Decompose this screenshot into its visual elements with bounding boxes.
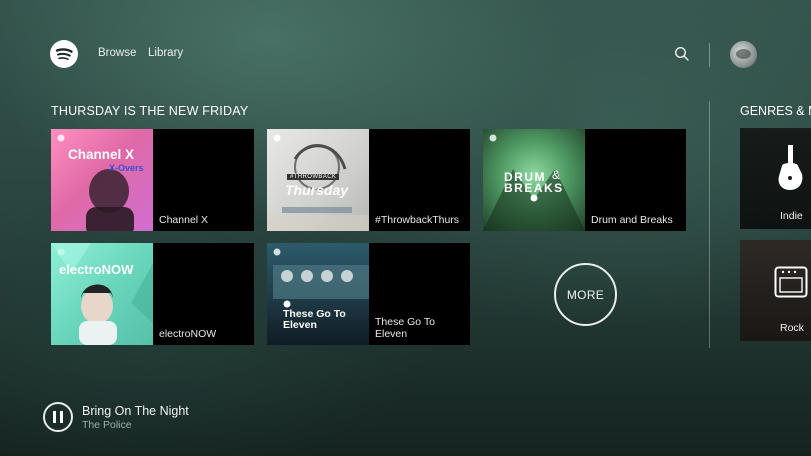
playlist-art: electroNOW xyxy=(51,243,153,345)
nav-browse[interactable]: Browse xyxy=(98,47,136,59)
pause-button[interactable] xyxy=(43,402,73,432)
playlist-label: electroNOW xyxy=(159,328,217,340)
art-small: #THROWBACK xyxy=(287,174,340,180)
more-button[interactable]: MORE xyxy=(554,263,617,326)
playlist-card-these-go-to-eleven[interactable]: These Go To Eleven These Go To Eleven xyxy=(267,243,470,345)
playlist-label: Drum and Breaks xyxy=(591,214,673,226)
pause-bar xyxy=(53,411,56,423)
art-amp: & xyxy=(552,168,561,182)
playlist-art: #THROWBACK Thursday xyxy=(267,129,369,231)
search-icon[interactable] xyxy=(674,46,690,62)
playlist-card-electronow[interactable]: electroNOW electroNOW xyxy=(51,243,254,345)
art-title: electroNOW xyxy=(59,262,134,277)
playlist-card-drum-and-breaks[interactable]: DRUM & BREAKS Drum and Breaks xyxy=(483,129,686,231)
guitar-icon xyxy=(778,145,803,190)
art-title: These Go To Eleven xyxy=(283,308,346,331)
genre-label: Indie xyxy=(780,210,803,222)
now-playing-track[interactable]: Bring On The Night xyxy=(82,404,189,418)
playlist-art: Channel X X-Overs xyxy=(51,129,153,231)
playlist-label: #ThrowbackThurs xyxy=(375,214,460,226)
genre-card-indie[interactable]: Indie xyxy=(740,128,811,229)
art-title-2: BREAKS xyxy=(504,181,564,195)
user-avatar[interactable] xyxy=(730,41,757,68)
pause-bar xyxy=(60,411,63,423)
playlist-label: These Go To Eleven xyxy=(375,316,435,340)
now-playing-artist[interactable]: The Police xyxy=(82,419,132,431)
playlist-label: Channel X xyxy=(159,214,209,226)
genre-label: Rock xyxy=(780,322,804,334)
art-title: Channel X xyxy=(68,147,135,162)
art-title: Thursday xyxy=(285,182,349,198)
art-subtitle: X-Overs xyxy=(109,163,144,173)
spotify-logo-icon[interactable] xyxy=(50,40,78,68)
genre-card-rock[interactable]: Rock xyxy=(740,240,811,341)
nav-library[interactable]: Library xyxy=(148,47,183,59)
genres-title: GENRES & M xyxy=(740,104,811,118)
playlist-card-channel-x[interactable]: Channel X X-Overs Channel X xyxy=(51,129,254,231)
playlist-art: DRUM & BREAKS xyxy=(483,129,585,231)
avatar-face xyxy=(736,49,751,59)
header-divider xyxy=(709,43,710,67)
section-divider xyxy=(709,101,710,348)
playlist-card-throwback-thursday[interactable]: #THROWBACK Thursday #ThrowbackThurs xyxy=(267,129,470,231)
section-title: THURSDAY IS THE NEW FRIDAY xyxy=(51,104,249,118)
amplifier-icon xyxy=(774,266,808,298)
playlist-art: These Go To Eleven xyxy=(267,243,369,345)
